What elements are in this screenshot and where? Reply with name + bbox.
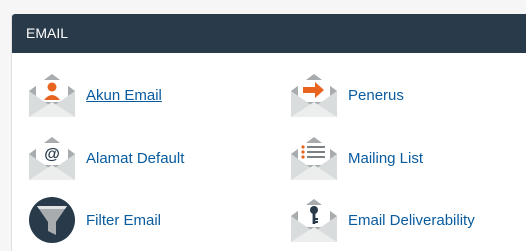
section-header: EMAIL: [12, 14, 526, 53]
email-deliverability-link[interactable]: Email Deliverability: [288, 196, 475, 244]
mailing-list-link[interactable]: Mailing List: [288, 134, 423, 182]
email-filter-link[interactable]: Filter Email: [26, 196, 161, 244]
email-deliverability-label: Email Deliverability: [348, 211, 475, 229]
email-filter-icon: [26, 196, 78, 244]
forwarders-icon: [288, 71, 340, 119]
forwarders-link[interactable]: Penerus: [288, 71, 404, 119]
default-address-icon: @: [26, 134, 78, 182]
email-accounts-icon: [26, 71, 78, 119]
forwarders-label: Penerus: [348, 86, 404, 104]
email-deliverability-icon: [288, 196, 340, 244]
default-address-link[interactable]: @ Alamat Default: [26, 134, 184, 182]
email-filter-label: Filter Email: [86, 211, 162, 229]
section-body: Akun Email Penerus @ Alamat Default Mail…: [12, 53, 526, 251]
mailing-list-icon: [288, 134, 340, 182]
email-accounts-link[interactable]: Akun Email: [26, 71, 162, 119]
email-accounts-label: Akun Email: [86, 86, 162, 104]
svg-text:@: @: [44, 146, 60, 163]
email-section-panel: EMAIL Akun Email Penerus @ Alamat Defaul…: [11, 14, 526, 251]
default-address-label: Alamat Default: [86, 149, 185, 167]
mailing-list-label: Mailing List: [348, 149, 424, 167]
